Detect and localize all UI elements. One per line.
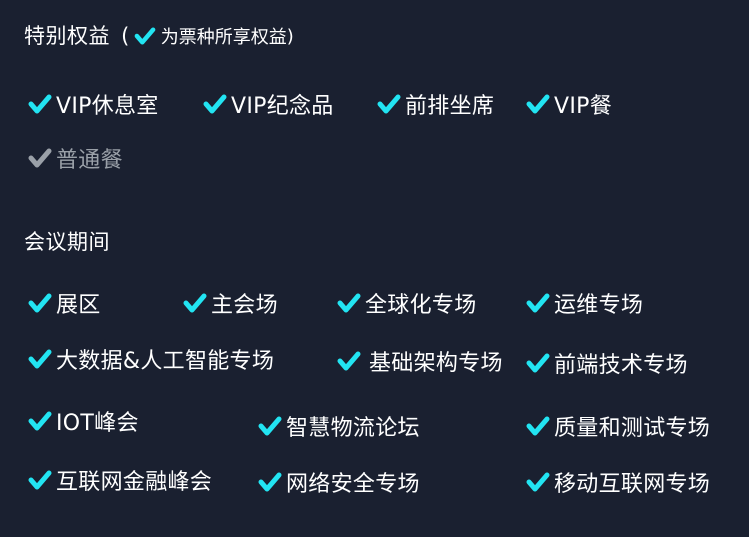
privilege-vip-meal: VIP餐 (526, 88, 612, 120)
session-network-security: 网络安全专场 (258, 466, 420, 498)
session-ops: 运维专场 (526, 287, 643, 319)
privilege-label: VIP餐 (554, 94, 613, 119)
legend: ( 为票种所享权益 ) (115, 23, 294, 49)
session-iot: IOT峰会 (28, 405, 139, 437)
privilege-front-seat: 前排坐席 (377, 88, 494, 120)
session-label: 大数据&人工智能专场 (56, 349, 275, 374)
privilege-label: VIP纪念品 (231, 94, 334, 119)
session-quality-testing: 质量和测试专场 (526, 410, 710, 442)
check-icon (526, 416, 550, 436)
check-icon (526, 94, 550, 114)
benefits-header: 特别权益 ( 为票种所享权益 ) (24, 20, 294, 50)
check-icon (28, 411, 52, 431)
session-label: 展区 (56, 293, 101, 318)
privilege-vip-souvenir: VIP纪念品 (203, 88, 334, 120)
privilege-regular-meal: 普通餐 (28, 142, 123, 174)
check-icon (28, 94, 52, 114)
session-label: 移动互联网专场 (554, 472, 711, 497)
session-globalization: 全球化专场 (337, 287, 477, 319)
privilege-label: 普通餐 (56, 148, 123, 173)
check-icon (183, 293, 207, 313)
session-expo: 展区 (28, 287, 101, 319)
check-icon (203, 94, 227, 114)
session-label: 基础架构专场 (369, 351, 503, 376)
check-icon (377, 94, 401, 114)
session-label: 智慧物流论坛 (286, 416, 420, 441)
session-label: 质量和测试专场 (554, 416, 711, 441)
session-fintech: 互联网金融峰会 (28, 464, 212, 496)
session-label: 网络安全专场 (286, 472, 420, 497)
session-main-hall: 主会场 (183, 287, 278, 319)
benefits-title: 特别权益 (24, 24, 110, 48)
check-icon (28, 293, 52, 313)
check-icon (258, 472, 282, 492)
legend-paren-open: ( (121, 24, 130, 48)
sessions-title: 会议期间 (24, 230, 110, 254)
privilege-label: 前排坐席 (405, 94, 495, 119)
session-label: IOT峰会 (56, 411, 139, 436)
session-bigdata-ai: 大数据&人工智能专场 (28, 343, 274, 375)
check-icon (337, 351, 361, 371)
session-smart-logistics: 智慧物流论坛 (258, 410, 420, 442)
legend-paren-close: ) (286, 25, 294, 47)
check-icon (134, 27, 156, 45)
check-icon (258, 416, 282, 436)
session-label: 互联网金融峰会 (56, 470, 213, 495)
privilege-label: VIP休息室 (56, 94, 159, 119)
check-icon (28, 470, 52, 490)
privilege-vip-lounge: VIP休息室 (28, 88, 159, 120)
session-frontend: 前端技术专场 (526, 347, 688, 379)
check-icon (28, 349, 52, 369)
legend-text: 为票种所享权益 (160, 27, 287, 48)
check-icon (526, 472, 550, 492)
check-icon (526, 293, 550, 313)
session-label: 运维专场 (554, 293, 644, 318)
session-label: 主会场 (211, 293, 278, 318)
check-icon (337, 293, 361, 313)
session-label: 全球化专场 (365, 293, 477, 318)
session-mobile-internet: 移动互联网专场 (526, 466, 710, 498)
session-label: 前端技术专场 (554, 353, 688, 378)
session-infrastructure: 基础架构专场 (337, 345, 503, 377)
check-icon (526, 353, 550, 373)
check-icon-dim (28, 148, 52, 168)
